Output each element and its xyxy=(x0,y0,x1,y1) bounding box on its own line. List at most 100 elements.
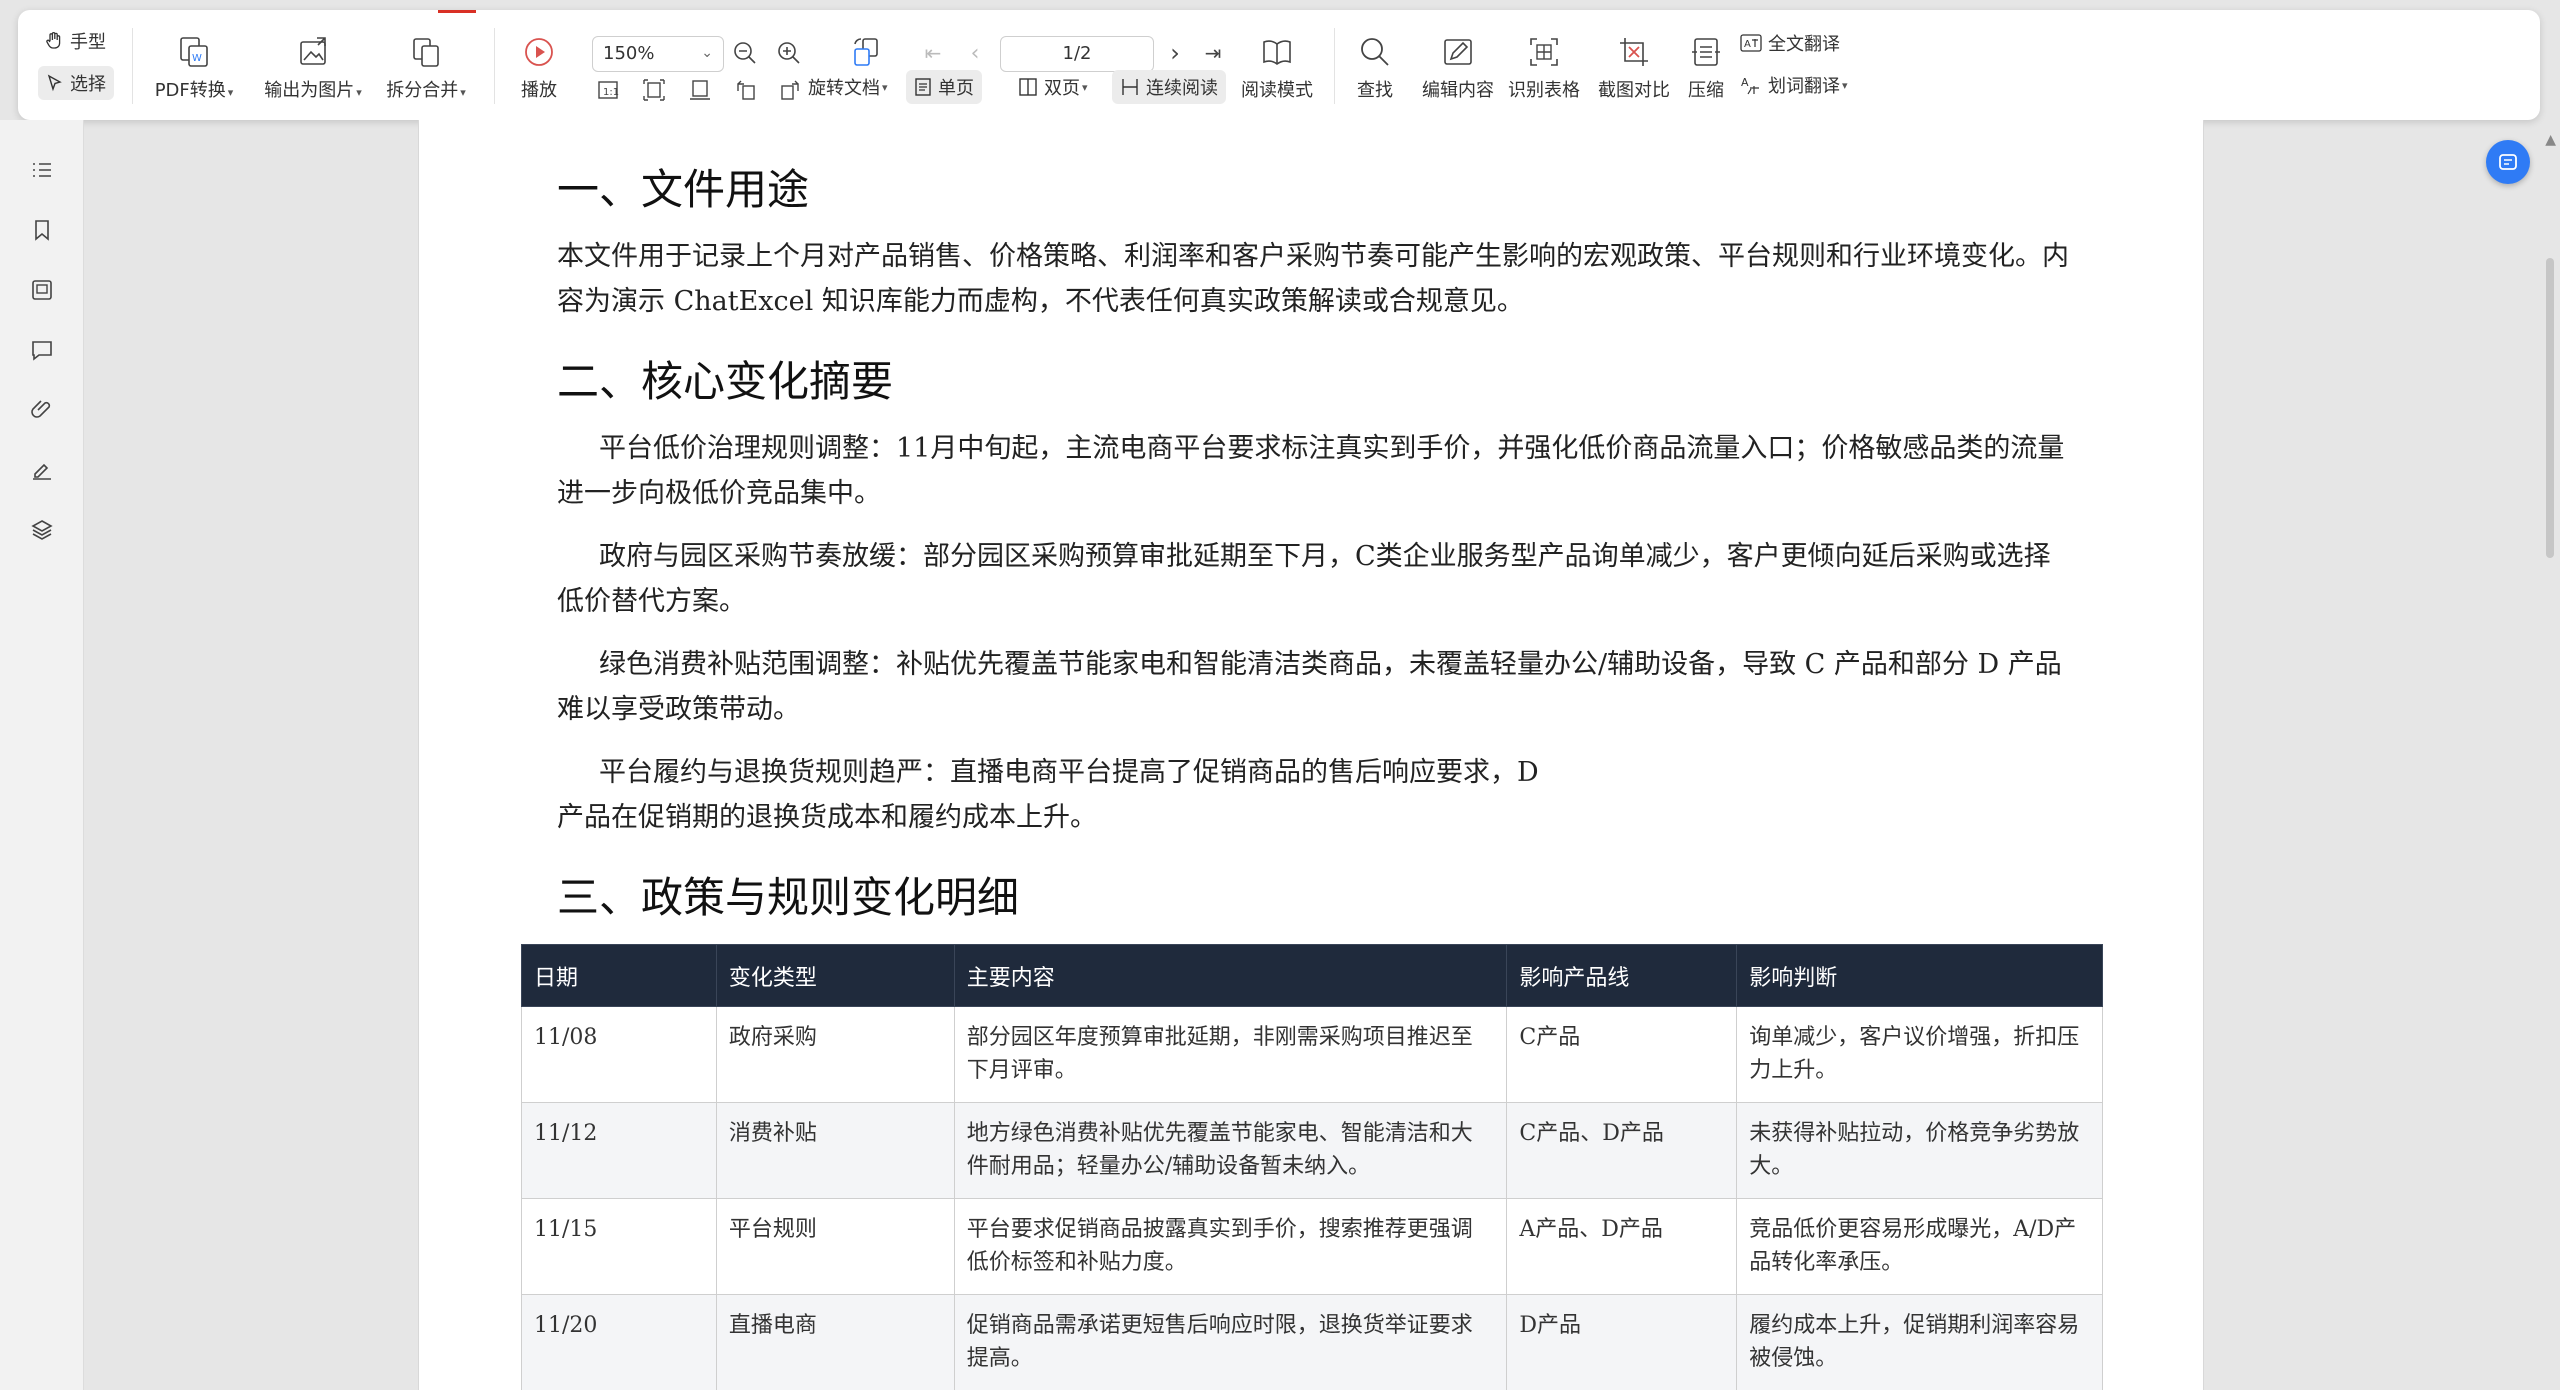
pdf-convert-button[interactable]: W PDF转换 ▾ xyxy=(148,32,240,102)
edit-content-button[interactable]: 编辑内容 xyxy=(1412,32,1504,102)
zoom-in-button[interactable] xyxy=(774,38,804,68)
export-image-button[interactable]: 输出为图片 ▾ xyxy=(258,32,368,102)
fit-width-button[interactable] xyxy=(686,76,714,104)
summary-item: 政府与园区采购节奏放缓：部分园区采购预算审批延期至下月，C类企业服务型产品询单减… xyxy=(557,541,2051,617)
play-icon xyxy=(519,32,559,72)
single-page-label: 单页 xyxy=(938,78,974,99)
find-button[interactable]: 查找 xyxy=(1332,32,1418,102)
svg-text:A: A xyxy=(1741,76,1749,89)
next-page-button[interactable]: › xyxy=(1162,38,1188,68)
actual-size-button[interactable]: 1:1 xyxy=(594,76,622,104)
screenshot-compare-icon xyxy=(1614,32,1654,72)
chevron-down-icon: ▾ xyxy=(356,86,362,99)
chevron-down-icon: ▾ xyxy=(882,80,888,94)
single-page-button[interactable]: 单页 xyxy=(906,70,982,104)
table-header-cell: 日期 xyxy=(521,944,717,1007)
screenshot-compare-label: 截图对比 xyxy=(1598,80,1670,101)
rotate-right-button[interactable] xyxy=(776,76,804,104)
double-page-button[interactable]: 双页 ▾ xyxy=(1014,70,1092,104)
split-merge-button[interactable]: 拆分合并 ▾ xyxy=(374,32,478,102)
signature-button[interactable] xyxy=(26,454,58,486)
active-tab-indicator xyxy=(438,10,476,13)
rotate-left-button[interactable] xyxy=(732,76,760,104)
chevron-down-icon: ⌄ xyxy=(701,45,713,61)
hand-icon xyxy=(46,32,61,49)
hand-tool-label: 手型 xyxy=(70,32,106,53)
table-header-row: 日期 变化类型 主要内容 影响产品线 影响判断 xyxy=(521,944,2103,1007)
table-cell: 履约成本上升，促销期利润率容易被侵蚀。 xyxy=(1736,1294,2103,1390)
table-row: 11/12 消费补贴 地方绿色消费补贴优先覆盖节能家电、智能清洁和大件耐用品；轻… xyxy=(521,1102,2103,1199)
edit-content-label: 编辑内容 xyxy=(1422,80,1494,101)
comment-icon xyxy=(32,341,52,361)
table-cell: 竞品低价更容易形成曝光，A/D产品转化率承压。 xyxy=(1736,1198,2103,1295)
attachment-button[interactable] xyxy=(26,394,58,426)
section-3-heading: 三、政策与规则变化明细 xyxy=(557,873,1020,922)
recognize-table-button[interactable]: 识别表格 xyxy=(1498,32,1590,102)
svg-text:A: A xyxy=(1744,39,1751,50)
policy-change-table: 日期 变化类型 主要内容 影响产品线 影响判断 11/08 政府采购 部分园区年… xyxy=(521,944,2103,1390)
select-tool-button[interactable]: 选择 xyxy=(38,66,114,100)
read-mode-button[interactable]: 阅读模式 xyxy=(1230,32,1324,102)
edit-content-icon xyxy=(1438,32,1478,72)
zoom-out-button[interactable] xyxy=(730,38,760,68)
pdf-convert-label: PDF转换 xyxy=(154,80,226,101)
rotate-document-icon-wrap[interactable] xyxy=(846,32,886,72)
word-translate-icon: A xyxy=(1741,76,1759,95)
table-cell: 11/15 xyxy=(521,1198,717,1295)
last-page-icon: ⇥ xyxy=(1204,41,1222,65)
svg-text:W: W xyxy=(192,53,202,64)
outline-button[interactable] xyxy=(26,154,58,186)
scrollbar-thumb[interactable] xyxy=(2546,258,2554,558)
thumbnail-button[interactable] xyxy=(26,274,58,306)
table-header-cell: 主要内容 xyxy=(953,944,1508,1007)
table-cell: 平台要求促销商品披露真实到手价，搜索推荐更强调低价标签和补贴力度。 xyxy=(953,1198,1508,1295)
table-header-cell: 变化类型 xyxy=(715,944,955,1007)
fit-width-icon xyxy=(690,80,710,100)
bookmark-icon xyxy=(35,220,49,241)
recognize-table-icon xyxy=(1524,32,1564,72)
continuous-read-button[interactable]: 连续阅读 xyxy=(1112,70,1226,104)
chevron-down-icon: ▾ xyxy=(1082,80,1088,94)
table-cell: 促销商品需承诺更短售后响应时限，退换货举证要求提高。 xyxy=(953,1294,1508,1390)
zoom-select[interactable]: 150% ⌄ xyxy=(592,36,724,72)
first-page-button[interactable]: ⇤ xyxy=(920,38,946,68)
left-sidebar xyxy=(0,120,84,1390)
image-export-icon xyxy=(293,32,333,72)
table-cell: 11/20 xyxy=(521,1294,717,1390)
table-cell: D产品 xyxy=(1506,1294,1738,1390)
rotate-document-button[interactable]: 旋转文档 ▾ xyxy=(804,70,892,104)
table-row: 11/15 平台规则 平台要求促销商品披露真实到手价，搜索推荐更强调低价标签和补… xyxy=(521,1198,2103,1295)
chevron-right-icon: › xyxy=(1170,39,1180,67)
full-translate-button[interactable]: A 全文翻译 xyxy=(1740,30,1840,56)
double-page-label: 双页 xyxy=(1044,78,1080,99)
last-page-button[interactable]: ⇥ xyxy=(1200,38,1226,68)
hand-tool-button[interactable]: 手型 xyxy=(44,28,106,54)
prev-page-button[interactable]: ‹ xyxy=(962,38,988,68)
rotate-left-icon xyxy=(737,80,755,100)
compress-label: 压缩 xyxy=(1688,80,1724,101)
chevron-down-icon: ▾ xyxy=(227,86,234,99)
search-icon xyxy=(1355,32,1395,72)
rotate-document-label: 旋转文档 xyxy=(808,78,880,99)
chevron-down-icon: ▾ xyxy=(460,86,466,99)
floating-assistant-button[interactable] xyxy=(2486,140,2530,184)
fit-page-button[interactable] xyxy=(640,76,668,104)
recognize-table-label: 识别表格 xyxy=(1508,80,1580,101)
screenshot-compare-button[interactable]: 截图对比 xyxy=(1588,32,1680,102)
bookmark-button[interactable] xyxy=(26,214,58,246)
first-page-icon: ⇤ xyxy=(924,41,942,65)
play-button[interactable]: 播放 xyxy=(502,32,576,102)
find-label: 查找 xyxy=(1357,80,1393,101)
compress-button[interactable]: 压缩 xyxy=(1668,32,1744,102)
scroll-up-arrow-icon[interactable]: ▲ xyxy=(2545,132,2556,148)
table-cell: 11/12 xyxy=(521,1102,717,1199)
read-mode-label: 阅读模式 xyxy=(1241,80,1313,101)
layers-button[interactable] xyxy=(26,514,58,546)
fit-page-icon xyxy=(643,79,665,101)
page-number-input[interactable]: 1/2 xyxy=(1000,36,1154,72)
toolbar-divider xyxy=(132,28,133,104)
thumbnail-icon xyxy=(32,280,52,300)
comment-button[interactable] xyxy=(26,334,58,366)
word-translate-button[interactable]: A 划词翻译 ▾ xyxy=(1740,72,1848,98)
translate-icon: A xyxy=(1740,34,1762,52)
